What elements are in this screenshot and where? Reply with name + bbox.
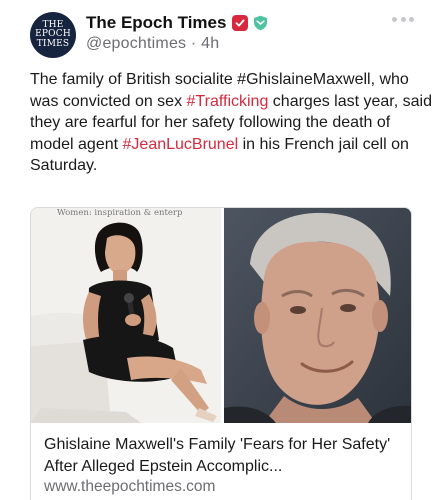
timestamp: 4h [201,35,220,52]
hashtag-jeanlucbrunel[interactable]: #JeanLucBrunel [123,136,239,153]
shield-icon [253,15,268,31]
link-card-url[interactable]: www.theepochtimes.com [44,478,215,496]
more-dot-3 [409,16,414,22]
account-name-row: The Epoch Times [86,12,268,34]
post-text: The family of British socialite #Ghislai… [30,69,434,177]
hashtag-trafficking[interactable]: #Trafficking [187,93,269,110]
photo-man-portrait [224,208,411,423]
link-card-title[interactable]: Ghislaine Maxwell's Family 'Fears for He… [44,434,402,478]
account-handle[interactable]: @epochtimes [86,35,186,52]
avatar[interactable]: THE EPOCH TIMES [30,12,76,58]
account-name[interactable]: The Epoch Times [86,13,226,33]
avatar-line-3: TIMES [36,38,70,49]
backdrop-text: Women: inspiration & enterp [57,208,183,218]
more-dot-1 [392,16,397,22]
handle-row: @epochtimes · 4h [86,35,219,53]
more-dot-2 [400,16,406,22]
check-badge-icon [232,15,249,31]
photo-woman-seated: Women: inspiration & enterp [31,208,221,423]
post[interactable]: THE EPOCH TIMES The Epoch Times @epochti… [0,0,442,500]
link-card[interactable]: Women: inspiration & enterp Ghislaine Ma… [30,207,412,500]
more-options-icon[interactable] [392,14,414,24]
separator-dot: · [186,35,202,52]
link-card-images: Women: inspiration & enterp [31,208,411,423]
